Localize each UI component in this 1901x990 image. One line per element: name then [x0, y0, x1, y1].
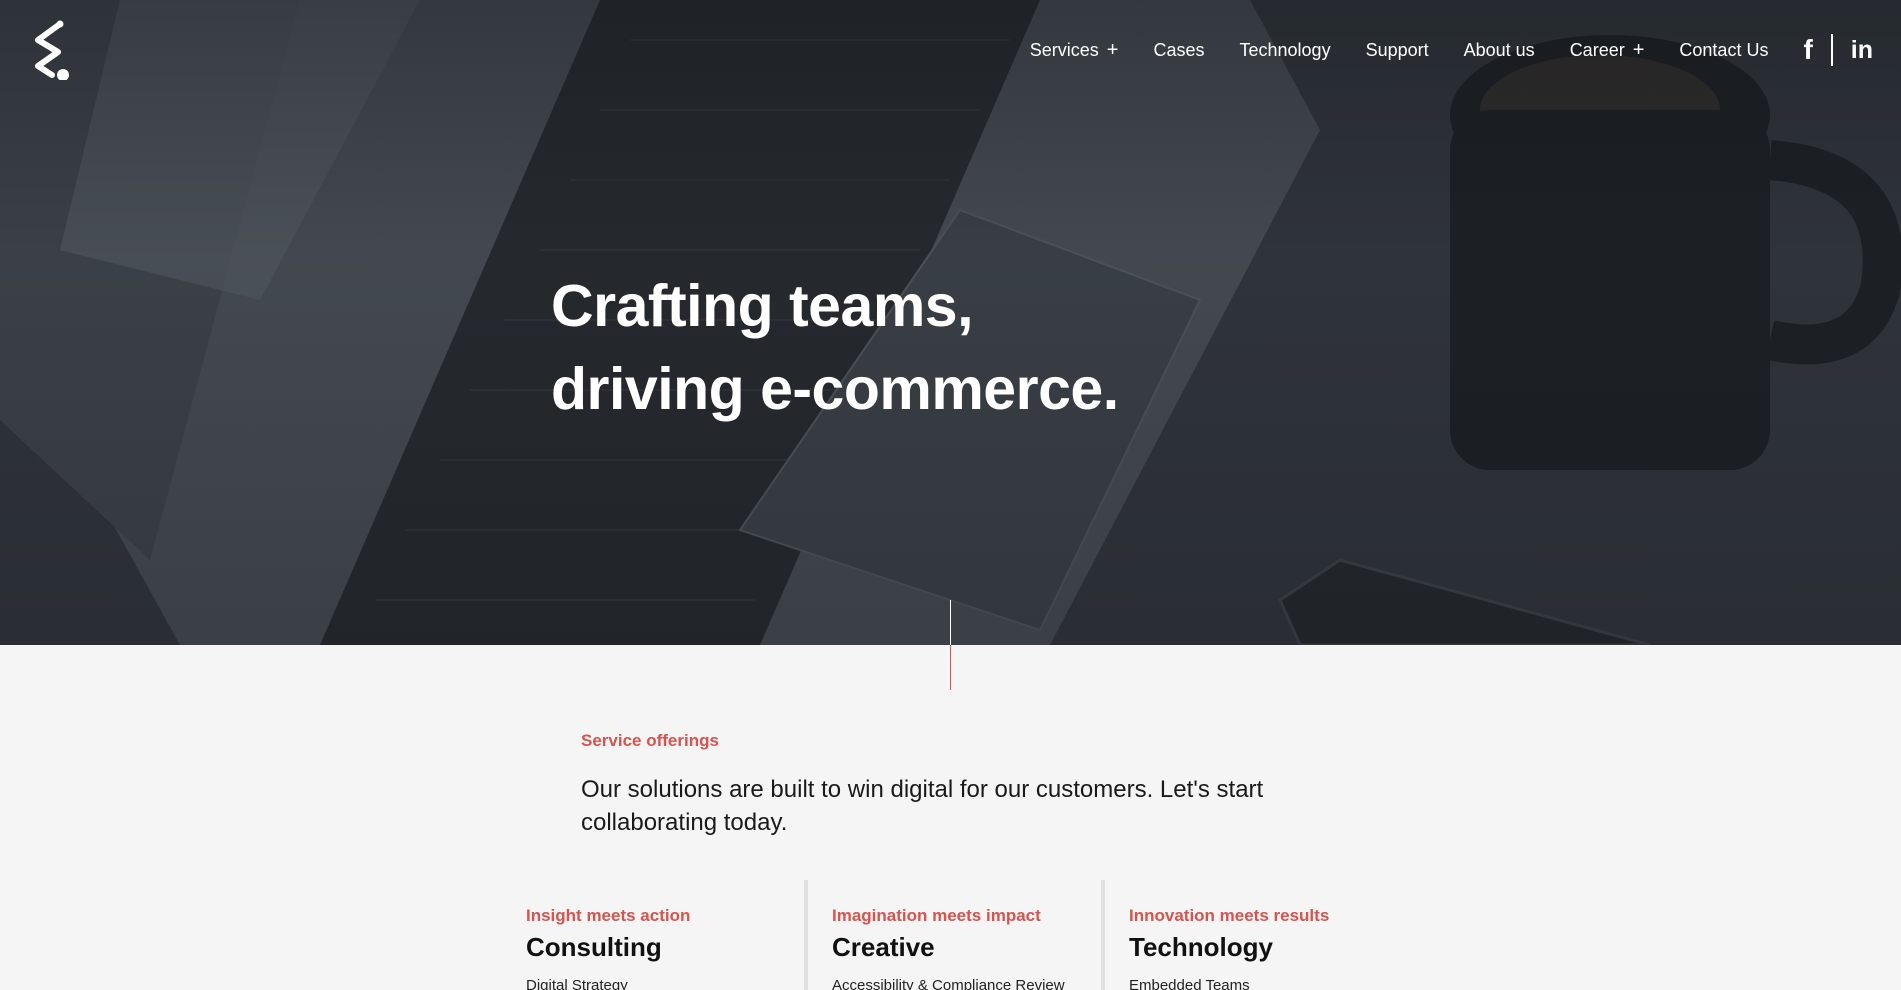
- nav-item-cases[interactable]: Cases: [1153, 40, 1204, 61]
- plus-icon: +: [1106, 39, 1119, 61]
- nav-item-support[interactable]: Support: [1366, 40, 1429, 61]
- linkedin-icon[interactable]: in: [1851, 36, 1873, 65]
- service-title[interactable]: Creative: [832, 932, 1071, 963]
- plus-icon: +: [1632, 39, 1645, 61]
- hero-title-line-2: driving e-commerce.: [551, 356, 1119, 422]
- section-divider-line: [950, 600, 951, 690]
- nav-label: Technology: [1239, 39, 1331, 60]
- service-offerings-intro: Our solutions are built to win digital f…: [581, 776, 1264, 836]
- service-tagline: Insight meets action: [526, 906, 691, 925]
- social-links: f in: [1803, 34, 1873, 66]
- nav-label: Cases: [1153, 39, 1205, 60]
- nav-item-career[interactable]: Career +: [1570, 40, 1645, 61]
- service-tagline: Imagination meets impact: [832, 906, 1041, 925]
- service-tagline: Innovation meets results: [1129, 906, 1330, 925]
- service-column-consulting: Insight meets action Consulting Digital …: [526, 880, 804, 990]
- service-columns: Insight meets action Consulting Digital …: [526, 880, 1401, 990]
- main-navigation: Services + Cases Technology Support Abou…: [1030, 34, 1901, 66]
- social-separator: [1830, 34, 1833, 66]
- nav-label: Contact Us: [1679, 39, 1769, 60]
- nav-label: Services: [1029, 39, 1099, 60]
- company-logo[interactable]: [30, 20, 72, 80]
- service-item[interactable]: Accessibility & Compliance Review: [832, 977, 1071, 990]
- service-item[interactable]: Embedded Teams: [1129, 977, 1371, 990]
- hero-title-line-1: Crafting teams,: [551, 273, 973, 339]
- nav-label: Career: [1569, 39, 1625, 60]
- nav-item-services[interactable]: Services +: [1030, 40, 1119, 61]
- nav-label: About us: [1463, 39, 1535, 60]
- service-title[interactable]: Technology: [1129, 932, 1371, 963]
- nav-item-technology[interactable]: Technology: [1240, 40, 1331, 61]
- service-item[interactable]: Digital Strategy: [526, 977, 774, 990]
- nav-item-contact-us[interactable]: Contact Us: [1679, 40, 1768, 61]
- hero-title: Crafting teams, driving e-commerce.: [551, 265, 1119, 431]
- nav-item-about-us[interactable]: About us: [1464, 40, 1535, 61]
- service-column-creative: Imagination meets impact Creative Access…: [804, 880, 1101, 990]
- service-offerings-eyebrow: Service offerings: [581, 731, 719, 750]
- service-column-technology: Innovation meets results Technology Embe…: [1101, 880, 1401, 990]
- nav-label: Support: [1365, 39, 1429, 60]
- facebook-icon[interactable]: f: [1803, 34, 1812, 66]
- service-title[interactable]: Consulting: [526, 932, 774, 963]
- hero-section: Services + Cases Technology Support Abou…: [0, 0, 1901, 645]
